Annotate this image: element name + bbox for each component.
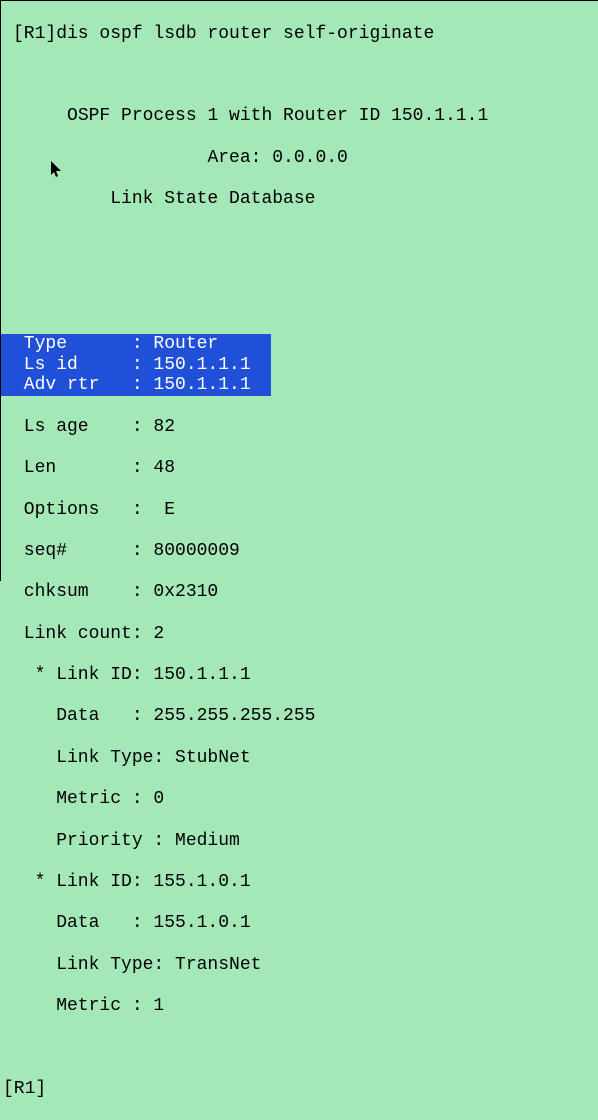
link1-id: * Link ID: 150.1.1.1 — [1, 665, 598, 686]
lsdb-header: Link State Database — [1, 189, 598, 210]
lsa-advrtr: Adv rtr : 150.1.1.1 — [1, 375, 271, 396]
link1-data: Data : 255.255.255.255 — [1, 706, 598, 727]
link2-type: Link Type: TransNet — [1, 955, 598, 976]
terminal-output: [R1]dis ospf lsdb router self-originate … — [1, 1, 598, 1120]
area-header: Area: 0.0.0.0 — [1, 148, 598, 169]
lsa-len: Len : 48 — [1, 458, 598, 479]
prompt[interactable]: [R1] — [1, 1079, 598, 1100]
lsa-seq: seq# : 80000009 — [1, 541, 598, 562]
blank-line — [1, 65, 598, 86]
lsa-lsid: Ls id : 150.1.1.1 — [1, 355, 271, 376]
highlighted-selection: Type : Router Ls id : 150.1.1.1 Adv rtr … — [1, 313, 598, 396]
lsa-linkcount: Link count: 2 — [1, 624, 598, 645]
blank-line — [1, 1037, 598, 1058]
lsa-type: Type : Router — [1, 334, 271, 355]
blank-line — [1, 272, 598, 293]
ospf-header: OSPF Process 1 with Router ID 150.1.1.1 — [1, 106, 598, 127]
lsa-chksum: chksum : 0x2310 — [1, 582, 598, 603]
blank-line — [1, 231, 598, 252]
link1-priority: Priority : Medium — [1, 831, 598, 852]
link2-data: Data : 155.1.0.1 — [1, 913, 598, 934]
command-line: [R1]dis ospf lsdb router self-originate — [1, 24, 598, 45]
link2-metric: Metric : 1 — [1, 996, 598, 1017]
link1-metric: Metric : 0 — [1, 789, 598, 810]
lsa-lsage: Ls age : 82 — [1, 417, 598, 438]
lsa-options: Options : E — [1, 500, 598, 521]
link1-type: Link Type: StubNet — [1, 748, 598, 769]
link2-id: * Link ID: 155.1.0.1 — [1, 872, 598, 893]
